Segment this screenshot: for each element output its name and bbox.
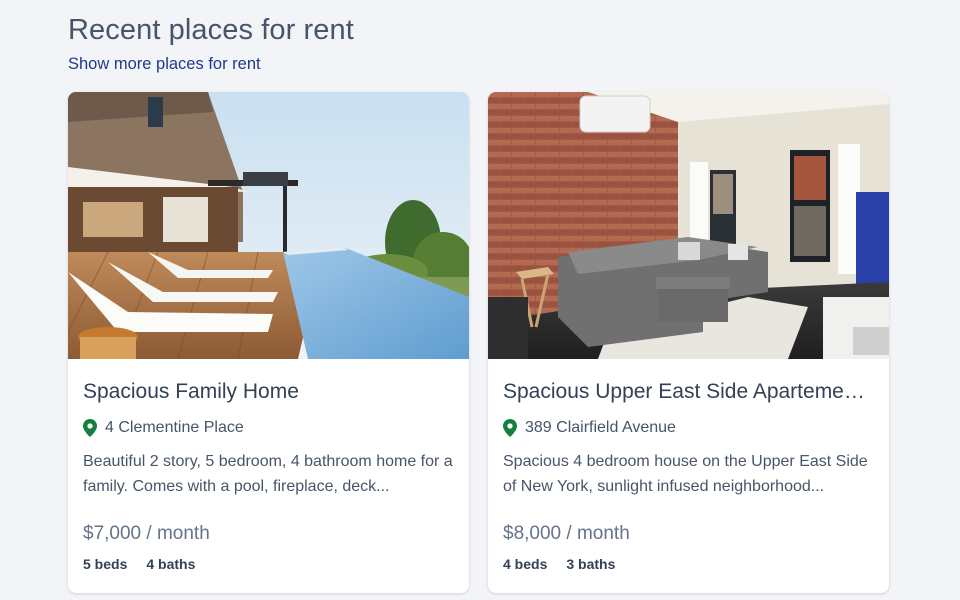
house-with-pool-photo[interactable] [68,92,469,359]
listing-price: $7,000 / month [83,523,210,544]
listing-specs: 5 beds 4 baths [83,556,454,572]
listing-card[interactable]: Spacious Family Home 4 Clementine Place … [68,92,469,593]
address-text: 4 Clementine Place [105,419,244,436]
page-title: Recent places for rent [68,14,354,46]
beds-count: 5 beds [83,556,128,572]
beds-count: 4 beds [503,556,548,572]
listing-price: $8,000 / month [503,523,630,544]
show-more-link[interactable]: Show more places for rent [68,55,261,74]
address-text: 389 Clairfield Avenue [525,419,676,436]
listing-title[interactable]: Spacious Upper East Side Apartement in N… [503,380,874,404]
listing-specs: 4 beds 3 baths [503,556,874,572]
listing-address: 389 Clairfield Avenue [503,418,874,438]
listing-address: 4 Clementine Place [83,418,454,438]
listing-title[interactable]: Spacious Family Home [83,380,454,404]
listing-card[interactable]: Spacious Upper East Side Apartement in N… [488,92,889,593]
brick-wall-living-room-photo[interactable] [488,92,889,359]
baths-count: 4 baths [146,556,196,572]
listing-description: Beautiful 2 story, 5 bedroom, 4 bathroom… [83,453,453,495]
listing-description: Spacious 4 bedroom house on the Upper Ea… [503,453,868,495]
baths-count: 3 baths [566,556,616,572]
map-pin-icon [503,419,517,437]
map-pin-icon [83,419,97,437]
